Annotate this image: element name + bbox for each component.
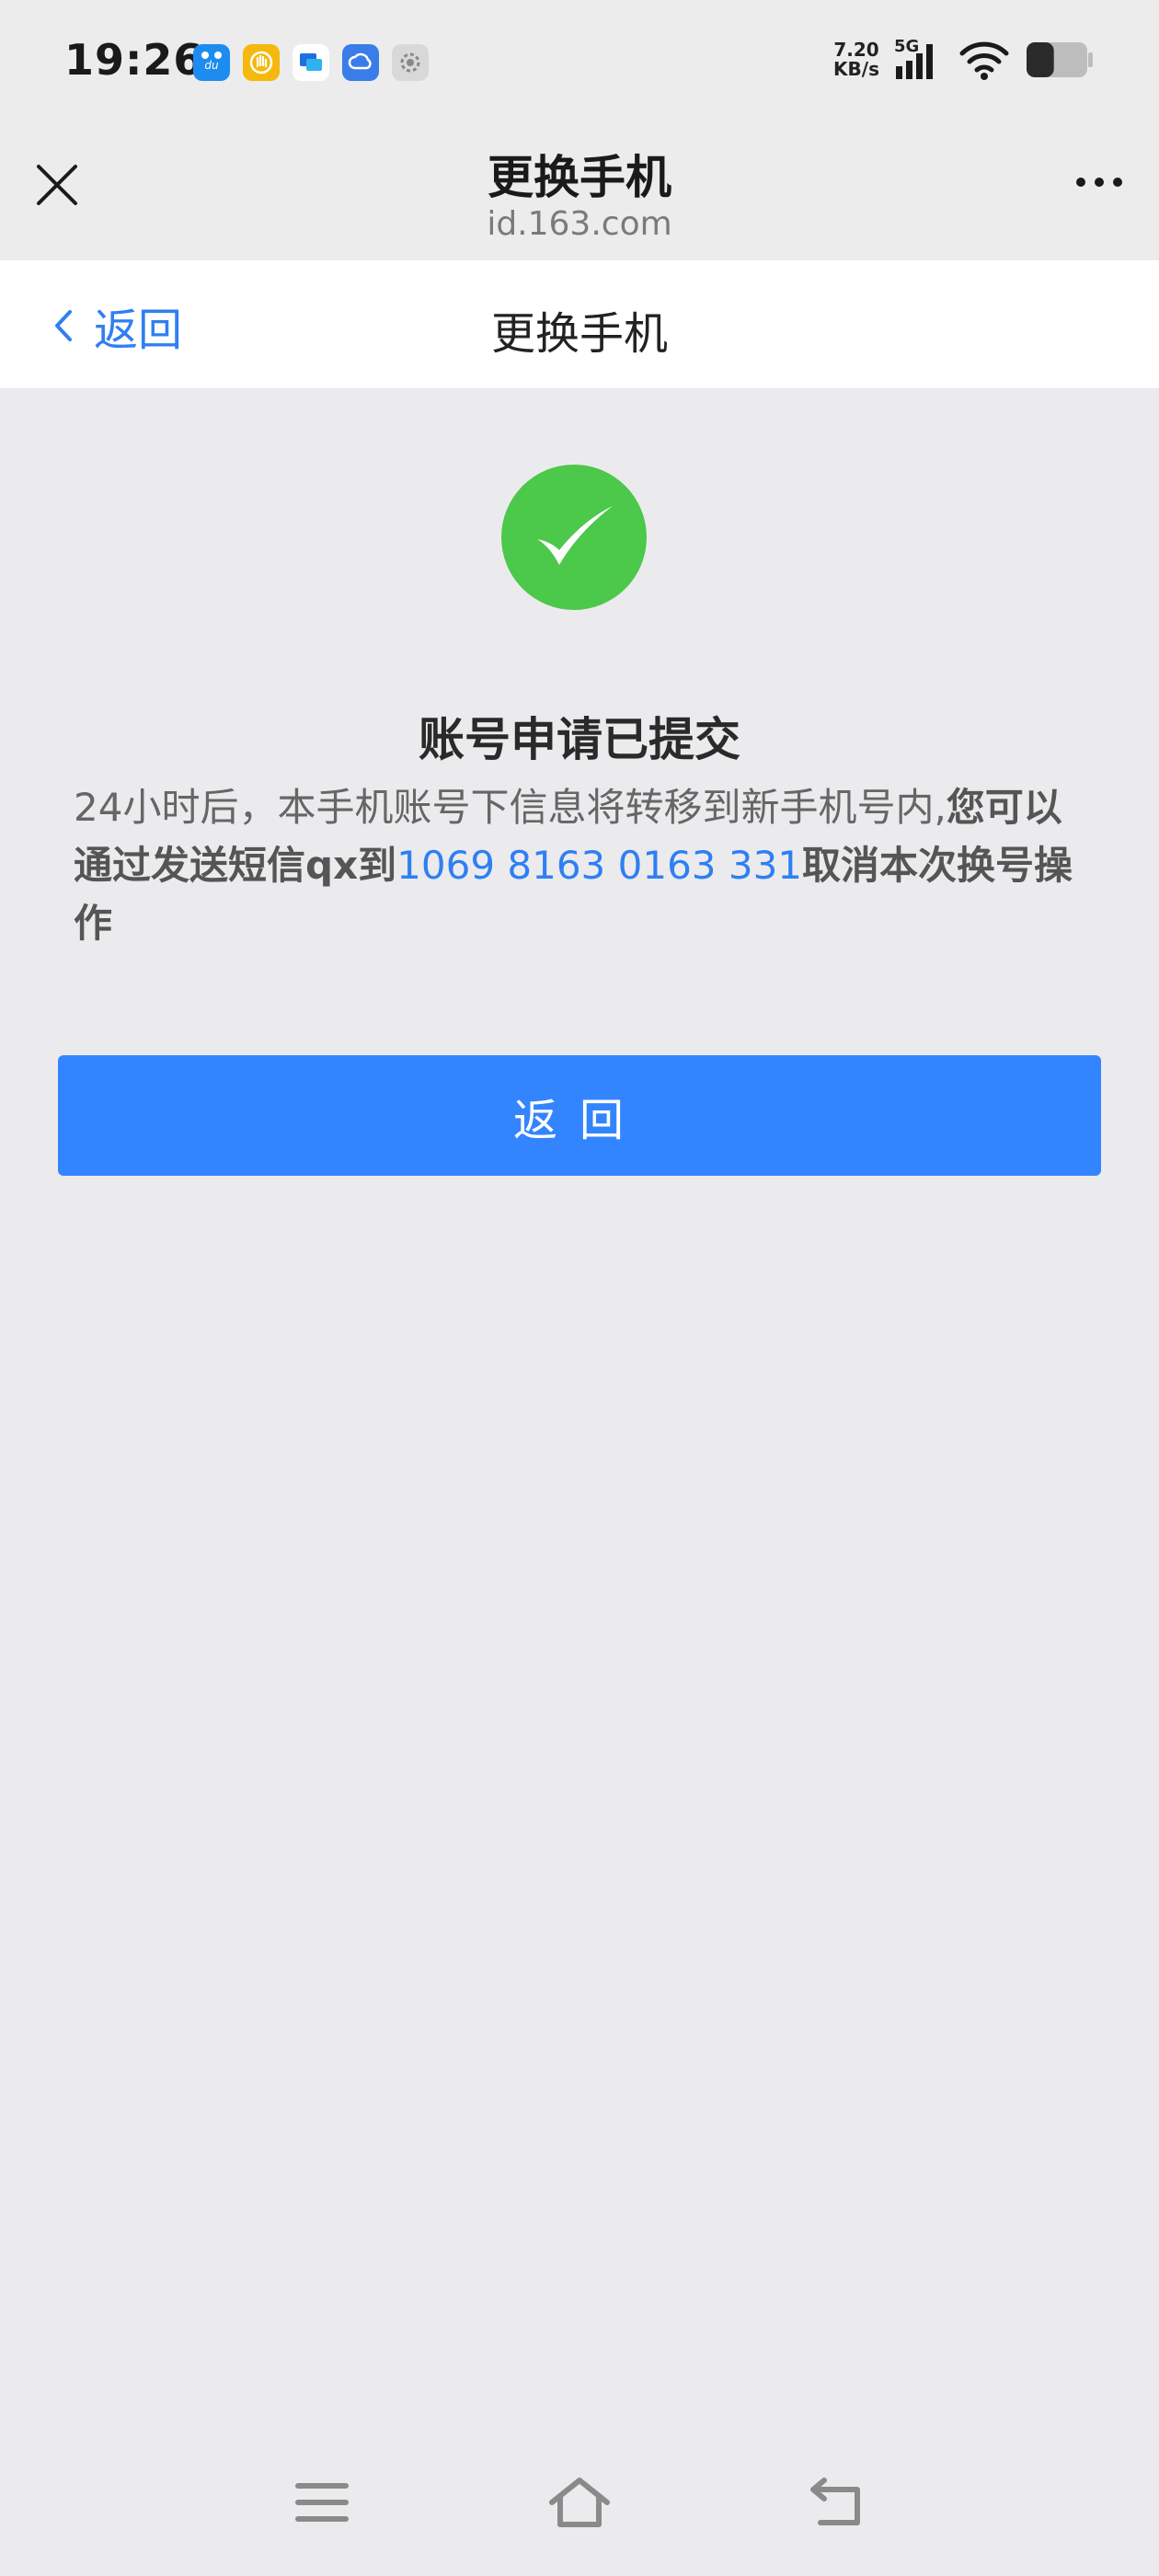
gear-icon <box>392 44 429 81</box>
menu-icon <box>295 2483 349 2522</box>
hand-icon <box>243 44 280 81</box>
svg-text:du: du <box>204 59 219 72</box>
status-time: 19:26 <box>64 35 204 85</box>
browser-domain: id.163.com <box>487 205 672 243</box>
home-icon <box>549 2478 610 2527</box>
page-nav-bar: 返回 更换手机 <box>0 260 1159 388</box>
notification-icons: du <box>193 44 429 81</box>
cellular-signal-icon: 5G <box>894 37 944 81</box>
chat-icon <box>293 44 329 81</box>
back-button[interactable] <box>800 2466 874 2539</box>
return-button[interactable]: 返回 <box>58 1055 1101 1176</box>
battery-icon <box>1027 42 1093 77</box>
success-check-icon <box>501 465 647 610</box>
result-title: 账号申请已提交 <box>419 713 740 766</box>
more-icon <box>1076 178 1085 187</box>
result-description: 24小时后，本手机账号下信息将转移到新手机号内,您可以通过发送短信qx到1069… <box>74 785 1073 946</box>
menu-button[interactable] <box>285 2466 359 2539</box>
browser-header: 更换手机 id.163.com <box>0 124 1159 260</box>
cloud-icon <box>342 44 379 81</box>
browser-title: 更换手机 <box>488 151 671 204</box>
home-button[interactable] <box>543 2466 616 2539</box>
du-icon: du <box>193 44 230 81</box>
more-menu-button[interactable] <box>1076 178 1122 187</box>
sms-phone-number[interactable]: 1069 8163 0163 331 <box>396 843 802 888</box>
back-icon <box>810 2478 860 2525</box>
page-title: 更换手机 <box>490 308 668 360</box>
wifi-icon <box>959 41 1009 80</box>
network-speed: 7.20 KB/s <box>833 39 879 80</box>
status-indicators: 7.20 KB/s 5G <box>833 37 1095 81</box>
status-bar: 19:26 du 7.20 KB/s 5G <box>0 0 1159 124</box>
system-nav-bar <box>0 2466 1159 2558</box>
